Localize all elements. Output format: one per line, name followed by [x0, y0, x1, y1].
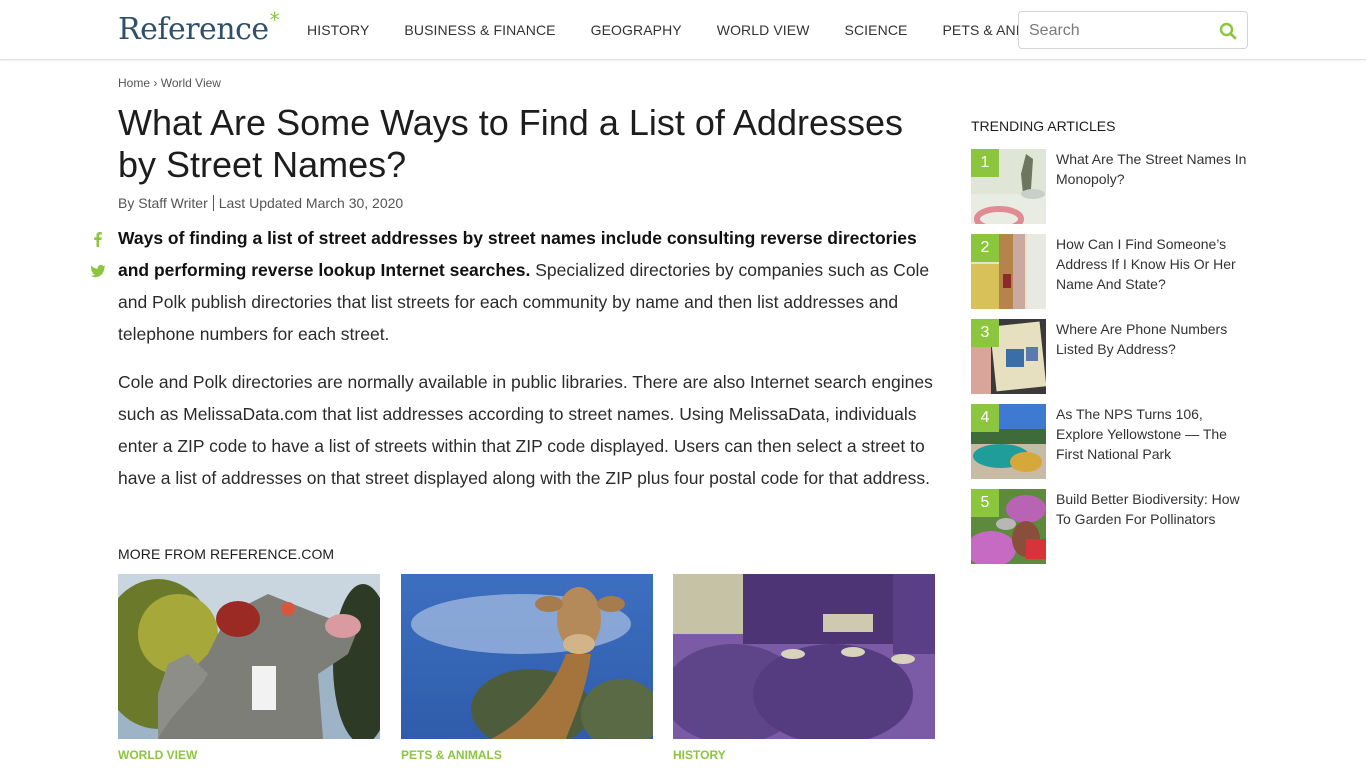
trending-rank: 3 [971, 319, 999, 347]
breadcrumb: Home › World View [118, 76, 221, 90]
trending-item-2[interactable]: 2 How Can I Find Someone’s Address If I … [971, 234, 1251, 310]
author: By Staff Writer [118, 195, 208, 211]
inflatable-rat-image [118, 574, 380, 739]
more-card-history[interactable] [673, 574, 935, 739]
trending-item-3[interactable]: 3 Where Are Phone Numbers Listed By Addr… [971, 319, 1251, 395]
logo-asterisk-icon: * [269, 8, 280, 32]
trending-title[interactable]: Build Better Biodiversity: How To Garden… [1056, 489, 1251, 529]
trending-title[interactable]: What Are The Street Names In Monopoly? [1056, 149, 1251, 189]
trending-rank: 5 [971, 489, 999, 517]
more-from-heading: MORE FROM REFERENCE.COM [118, 546, 335, 562]
site-header: Reference* HISTORY BUSINESS & FINANCE GE… [0, 0, 1366, 60]
more-card-category-pets-animals[interactable]: PETS & ANIMALS [401, 748, 502, 762]
search-box [1018, 11, 1248, 49]
trending-rank: 4 [971, 404, 999, 432]
site-logo[interactable]: Reference* [118, 8, 280, 47]
article-paragraph-2: Cole and Polk directories are normally a… [118, 372, 933, 488]
more-card-category-world-view[interactable]: WORLD VIEW [118, 748, 197, 762]
logo-text: Reference [118, 12, 269, 47]
nav-world-view[interactable]: WORLD VIEW [717, 22, 810, 38]
nav-geography[interactable]: GEOGRAPHY [591, 22, 682, 38]
nav-history[interactable]: HISTORY [307, 22, 369, 38]
facebook-icon[interactable] [90, 231, 106, 247]
trending-heading: TRENDING ARTICLES [971, 118, 1116, 134]
breadcrumb-world-view[interactable]: World View [161, 76, 221, 90]
article-title: What Are Some Ways to Find a List of Add… [118, 102, 904, 185]
search-input[interactable] [1029, 19, 1209, 43]
main-nav: HISTORY BUSINESS & FINANCE GEOGRAPHY WOR… [307, 22, 1093, 38]
twitter-icon[interactable] [90, 263, 106, 279]
trending-title[interactable]: How Can I Find Someone’s Address If I Kn… [1056, 234, 1251, 294]
trending-item-5[interactable]: 5 Build Better Biodiversity: How To Gard… [971, 489, 1251, 565]
breadcrumb-separator: › [153, 76, 158, 90]
historic-crowd-image [673, 574, 935, 739]
more-card-category-history[interactable]: HISTORY [673, 748, 726, 762]
article-paragraph-1: Ways of finding a list of street address… [118, 222, 936, 350]
share-bar [90, 231, 106, 295]
nav-science[interactable]: SCIENCE [845, 22, 908, 38]
more-card-world-view[interactable] [118, 574, 380, 739]
byline-divider [212, 195, 214, 211]
last-updated: Last Updated March 30, 2020 [218, 195, 404, 211]
trending-item-4[interactable]: 4 As The NPS Turns 106, Explore Yellowst… [971, 404, 1251, 480]
article-body: Ways of finding a list of street address… [118, 222, 936, 510]
trending-title[interactable]: As The NPS Turns 106, Explore Yellowston… [1056, 404, 1251, 464]
trending-rank: 1 [971, 149, 999, 177]
breadcrumb-home[interactable]: Home [118, 76, 150, 90]
nav-business-finance[interactable]: BUSINESS & FINANCE [404, 22, 555, 38]
more-card-pets-animals[interactable] [401, 574, 653, 739]
byline: By Staff Writer Last Updated March 30, 20… [118, 195, 403, 211]
trending-title[interactable]: Where Are Phone Numbers Listed By Addres… [1056, 319, 1251, 359]
giraffe-image [401, 574, 653, 739]
trending-rank: 2 [971, 234, 999, 262]
trending-item-1[interactable]: 1 What Are The Street Names In Monopoly? [971, 149, 1251, 225]
search-icon[interactable] [1219, 22, 1237, 40]
